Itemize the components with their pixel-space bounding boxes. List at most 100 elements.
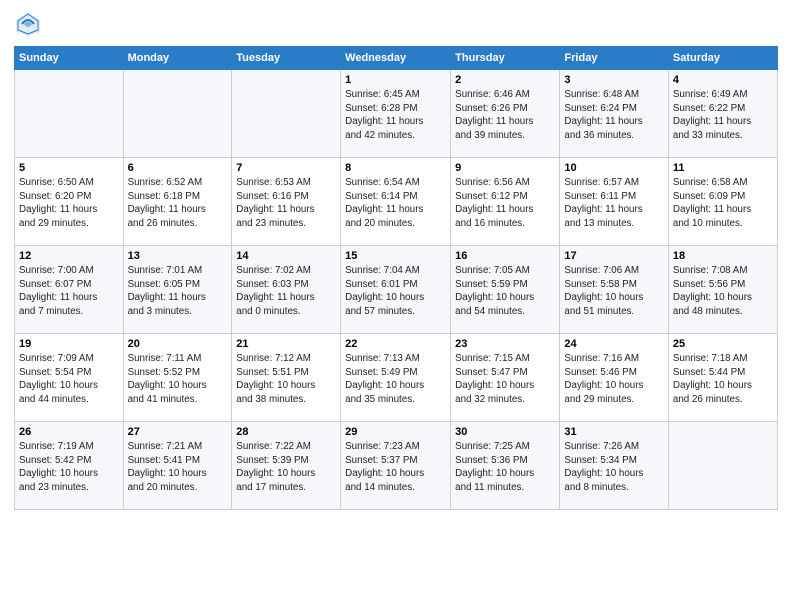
day-info: Sunrise: 7:12 AMSunset: 5:51 PMDaylight:…	[236, 352, 336, 407]
logo-icon	[14, 10, 42, 38]
day-info: Sunrise: 7:09 AMSunset: 5:54 PMDaylight:…	[19, 352, 119, 407]
day-cell: 5 Sunrise: 6:50 AMSunset: 6:20 PMDaylight…	[15, 158, 124, 246]
day-cell: 24 Sunrise: 7:16 AMSunset: 5:46 PMDayligh…	[560, 334, 668, 422]
day-number: 21	[236, 338, 336, 350]
day-cell	[15, 70, 124, 158]
day-info: Sunrise: 7:08 AMSunset: 5:56 PMDaylight:…	[673, 264, 773, 319]
day-cell: 21 Sunrise: 7:12 AMSunset: 5:51 PMDayligh…	[232, 334, 341, 422]
day-info: Sunrise: 7:16 AMSunset: 5:46 PMDaylight:…	[564, 352, 663, 407]
day-cell: 27 Sunrise: 7:21 AMSunset: 5:41 PMDayligh…	[123, 422, 232, 510]
day-number: 13	[128, 250, 228, 262]
day-number: 25	[673, 338, 773, 350]
day-cell: 29 Sunrise: 7:23 AMSunset: 5:37 PMDayligh…	[341, 422, 451, 510]
day-cell: 4 Sunrise: 6:49 AMSunset: 6:22 PMDaylight…	[668, 70, 777, 158]
day-cell: 23 Sunrise: 7:15 AMSunset: 5:47 PMDayligh…	[451, 334, 560, 422]
day-number: 24	[564, 338, 663, 350]
day-cell: 3Sunrise: 6:48 AMSunset: 6:24 PMDaylight…	[560, 70, 668, 158]
day-info: Sunrise: 7:26 AMSunset: 5:34 PMDaylight:…	[564, 440, 663, 495]
day-info: Sunrise: 7:04 AMSunset: 6:01 PMDaylight:…	[345, 264, 446, 319]
day-cell: 11Sunrise: 6:58 AMSunset: 6:09 PMDayligh…	[668, 158, 777, 246]
day-number: 26	[19, 426, 119, 438]
day-info: Sunrise: 7:11 AMSunset: 5:52 PMDaylight:…	[128, 352, 228, 407]
day-number: 27	[128, 426, 228, 438]
day-cell: 17 Sunrise: 7:06 AMSunset: 5:58 PMDayligh…	[560, 246, 668, 334]
day-cell: 1 Sunrise: 6:45 AMSunset: 6:28 PMDaylight…	[341, 70, 451, 158]
day-cell: 8Sunrise: 6:54 AMSunset: 6:14 PMDaylight…	[341, 158, 451, 246]
day-info: Sunrise: 7:00 AMSunset: 6:07 PMDaylight:…	[19, 264, 119, 319]
day-number: 23	[455, 338, 555, 350]
day-cell: 15 Sunrise: 7:04 AMSunset: 6:01 PMDayligh…	[341, 246, 451, 334]
day-cell: 22Sunrise: 7:13 AMSunset: 5:49 PMDayligh…	[341, 334, 451, 422]
day-info: Sunrise: 6:45 AMSunset: 6:28 PMDaylight:…	[345, 88, 446, 143]
day-cell: 26Sunrise: 7:19 AMSunset: 5:42 PMDayligh…	[15, 422, 124, 510]
day-number: 16	[455, 250, 555, 262]
page: SundayMondayTuesdayWednesdayThursdayFrid…	[0, 0, 792, 612]
day-number: 4	[673, 74, 773, 86]
day-number: 18	[673, 250, 773, 262]
day-info: Sunrise: 6:46 AMSunset: 6:26 PMDaylight:…	[455, 88, 555, 143]
day-number: 12	[19, 250, 119, 262]
day-number: 10	[564, 162, 663, 174]
day-info: Sunrise: 7:25 AMSunset: 5:36 PMDaylight:…	[455, 440, 555, 495]
day-info: Sunrise: 7:13 AMSunset: 5:49 PMDaylight:…	[345, 352, 446, 407]
week-row-4: 19Sunrise: 7:09 AMSunset: 5:54 PMDayligh…	[15, 334, 778, 422]
weekday-tuesday: Tuesday	[232, 47, 341, 70]
day-info: Sunrise: 7:23 AMSunset: 5:37 PMDaylight:…	[345, 440, 446, 495]
day-cell: 25Sunrise: 7:18 AMSunset: 5:44 PMDayligh…	[668, 334, 777, 422]
day-number: 29	[345, 426, 446, 438]
day-number: 1	[345, 74, 446, 86]
weekday-wednesday: Wednesday	[341, 47, 451, 70]
day-cell: 19Sunrise: 7:09 AMSunset: 5:54 PMDayligh…	[15, 334, 124, 422]
day-info: Sunrise: 7:01 AMSunset: 6:05 PMDaylight:…	[128, 264, 228, 319]
day-info: Sunrise: 6:52 AMSunset: 6:18 PMDaylight:…	[128, 176, 228, 231]
weekday-header-row: SundayMondayTuesdayWednesdayThursdayFrid…	[15, 47, 778, 70]
week-row-2: 5 Sunrise: 6:50 AMSunset: 6:20 PMDaylight…	[15, 158, 778, 246]
day-number: 15	[345, 250, 446, 262]
day-cell	[232, 70, 341, 158]
day-info: Sunrise: 6:50 AMSunset: 6:20 PMDaylight:…	[19, 176, 119, 231]
header	[14, 10, 778, 38]
day-cell: 7Sunrise: 6:53 AMSunset: 6:16 PMDaylight…	[232, 158, 341, 246]
day-number: 5	[19, 162, 119, 174]
day-info: Sunrise: 7:02 AMSunset: 6:03 PMDaylight:…	[236, 264, 336, 319]
week-row-3: 12 Sunrise: 7:00 AMSunset: 6:07 PMDayligh…	[15, 246, 778, 334]
day-info: Sunrise: 6:54 AMSunset: 6:14 PMDaylight:…	[345, 176, 446, 231]
day-number: 9	[455, 162, 555, 174]
day-cell: 9 Sunrise: 6:56 AMSunset: 6:12 PMDaylight…	[451, 158, 560, 246]
logo	[14, 10, 46, 38]
weekday-thursday: Thursday	[451, 47, 560, 70]
day-cell: 2 Sunrise: 6:46 AMSunset: 6:26 PMDaylight…	[451, 70, 560, 158]
day-cell: 30 Sunrise: 7:25 AMSunset: 5:36 PMDayligh…	[451, 422, 560, 510]
day-info: Sunrise: 7:15 AMSunset: 5:47 PMDaylight:…	[455, 352, 555, 407]
day-number: 30	[455, 426, 555, 438]
day-cell: 28Sunrise: 7:22 AMSunset: 5:39 PMDayligh…	[232, 422, 341, 510]
day-info: Sunrise: 7:21 AMSunset: 5:41 PMDaylight:…	[128, 440, 228, 495]
day-cell: 14 Sunrise: 7:02 AMSunset: 6:03 PMDayligh…	[232, 246, 341, 334]
day-cell: 6 Sunrise: 6:52 AMSunset: 6:18 PMDaylight…	[123, 158, 232, 246]
day-info: Sunrise: 7:06 AMSunset: 5:58 PMDaylight:…	[564, 264, 663, 319]
day-info: Sunrise: 6:49 AMSunset: 6:22 PMDaylight:…	[673, 88, 773, 143]
day-number: 28	[236, 426, 336, 438]
calendar-table: SundayMondayTuesdayWednesdayThursdayFrid…	[14, 46, 778, 510]
day-number: 11	[673, 162, 773, 174]
day-cell: 12 Sunrise: 7:00 AMSunset: 6:07 PMDayligh…	[15, 246, 124, 334]
day-info: Sunrise: 6:56 AMSunset: 6:12 PMDaylight:…	[455, 176, 555, 231]
weekday-monday: Monday	[123, 47, 232, 70]
day-number: 31	[564, 426, 663, 438]
day-number: 7	[236, 162, 336, 174]
day-cell: 16Sunrise: 7:05 AMSunset: 5:59 PMDayligh…	[451, 246, 560, 334]
week-row-5: 26Sunrise: 7:19 AMSunset: 5:42 PMDayligh…	[15, 422, 778, 510]
day-cell: 13 Sunrise: 7:01 AMSunset: 6:05 PMDayligh…	[123, 246, 232, 334]
day-number: 3	[564, 74, 663, 86]
day-number: 14	[236, 250, 336, 262]
day-cell: 18 Sunrise: 7:08 AMSunset: 5:56 PMDayligh…	[668, 246, 777, 334]
day-number: 6	[128, 162, 228, 174]
weekday-sunday: Sunday	[15, 47, 124, 70]
day-number: 17	[564, 250, 663, 262]
day-info: Sunrise: 6:57 AMSunset: 6:11 PMDaylight:…	[564, 176, 663, 231]
day-number: 20	[128, 338, 228, 350]
week-row-1: 1 Sunrise: 6:45 AMSunset: 6:28 PMDaylight…	[15, 70, 778, 158]
day-cell: 10 Sunrise: 6:57 AMSunset: 6:11 PMDayligh…	[560, 158, 668, 246]
day-number: 2	[455, 74, 555, 86]
day-cell	[668, 422, 777, 510]
